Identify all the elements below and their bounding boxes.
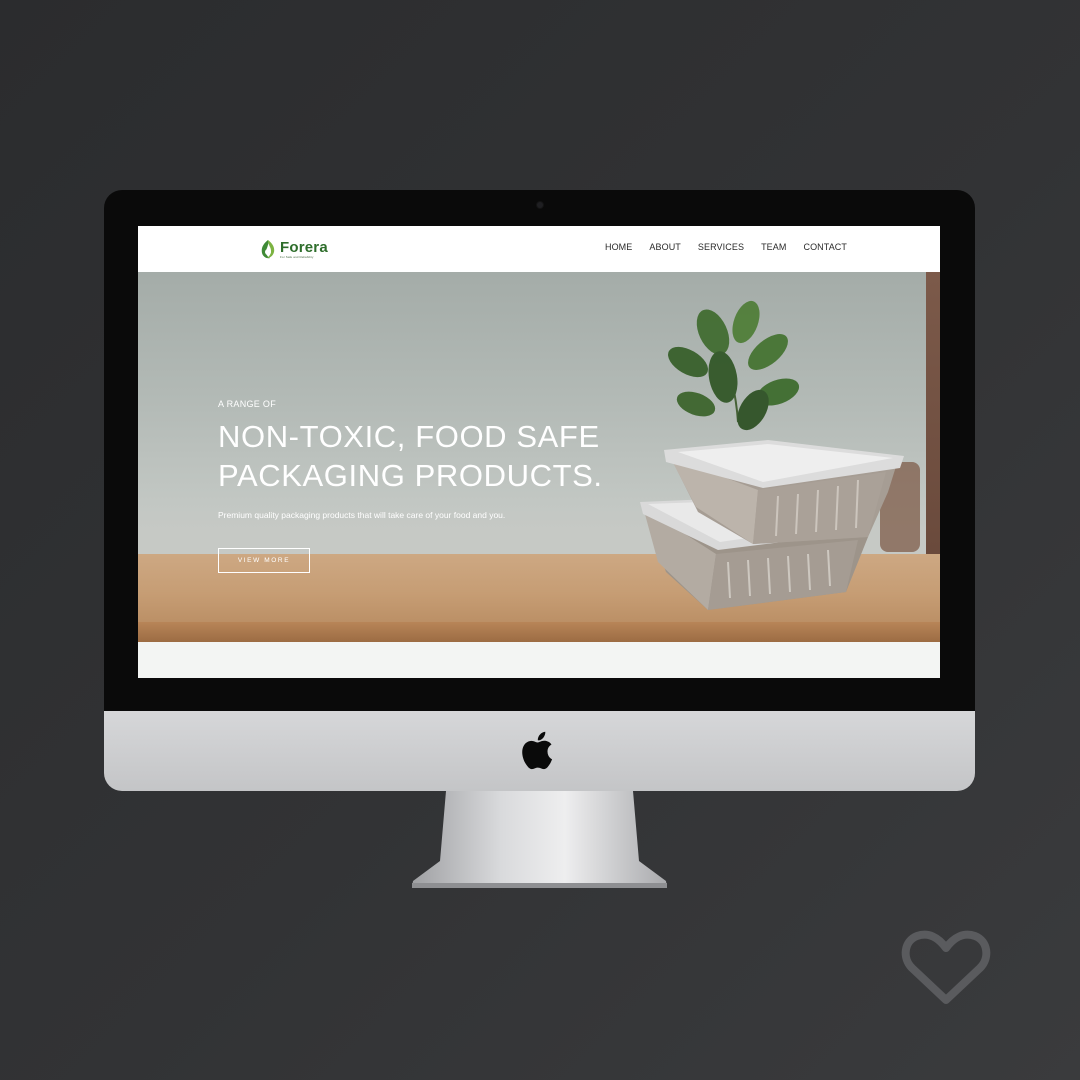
nav-team[interactable]: TEAM xyxy=(761,242,786,252)
nav-contact[interactable]: CONTACT xyxy=(803,242,847,252)
main-nav: HOME ABOUT SERVICES TEAM CONTACT xyxy=(605,242,847,252)
hero-section: A RANGE OF NON-TOXIC, FOOD SAFE PACKAGIN… xyxy=(138,272,940,642)
brand-tagline: For Safe and Reliability xyxy=(280,254,314,259)
hero-title-line-1: NON-TOXIC, FOOD SAFE xyxy=(218,419,600,454)
monitor-stand xyxy=(412,791,667,888)
table-edge xyxy=(138,622,940,642)
hero-product-image xyxy=(640,300,920,610)
hero-subtitle: Premium quality packaging products that … xyxy=(218,510,506,520)
hero-title-line-2: PACKAGING PRODUCTS. xyxy=(218,458,603,493)
brand-logo[interactable]: Forera For Safe and Reliability xyxy=(258,236,328,262)
nav-services[interactable]: SERVICES xyxy=(698,242,744,252)
site-header: Forera For Safe and Reliability HOME ABO… xyxy=(138,226,940,272)
website-screen: Forera For Safe and Reliability HOME ABO… xyxy=(138,226,940,678)
apple-logo-icon xyxy=(522,731,553,770)
view-more-button[interactable]: VIEW MORE xyxy=(218,548,310,573)
monitor-bezel: Forera For Safe and Reliability HOME ABO… xyxy=(104,190,975,711)
heart-icon[interactable] xyxy=(900,928,992,1008)
brand-logo-text-group: Forera For Safe and Reliability xyxy=(280,240,328,259)
hero-eyebrow: A RANGE OF xyxy=(218,399,277,409)
camera-icon xyxy=(537,202,543,208)
hero-title: NON-TOXIC, FOOD SAFE PACKAGING PRODUCTS. xyxy=(218,417,658,495)
nav-home[interactable]: HOME xyxy=(605,242,632,252)
brand-name: Forera xyxy=(280,238,328,256)
monitor-chin xyxy=(104,711,975,791)
imac-mockup: Forera For Safe and Reliability HOME ABO… xyxy=(104,190,975,791)
plant-image xyxy=(668,300,800,431)
next-section xyxy=(138,642,940,678)
leaf-logo-icon xyxy=(261,240,275,259)
nav-about[interactable]: ABOUT xyxy=(649,242,681,252)
